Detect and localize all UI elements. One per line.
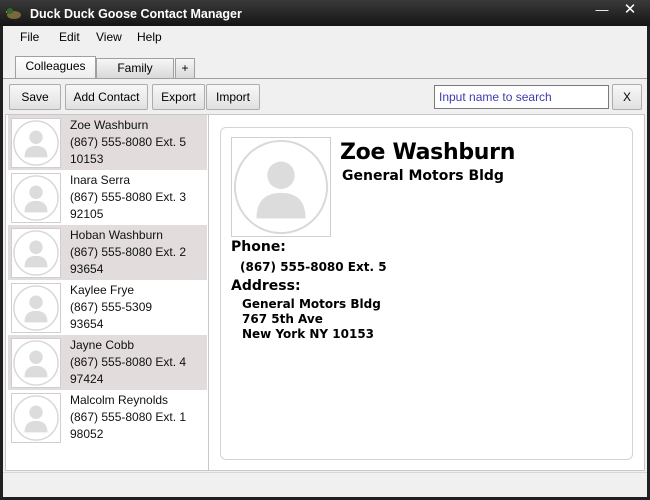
- detail-address-line2: 767 5th Ave: [242, 312, 323, 326]
- contact-phone: (867) 555-8080 Ext. 1: [70, 410, 187, 424]
- contact-name: Inara Serra: [70, 173, 131, 187]
- save-button[interactable]: Save: [9, 84, 61, 110]
- person-silhouette-icon: [13, 340, 59, 386]
- detail-phone: (867) 555-8080 Ext. 5: [240, 260, 387, 274]
- contact-zip: 93654: [70, 262, 104, 276]
- avatar: [11, 393, 61, 443]
- person-silhouette-icon: [13, 175, 59, 221]
- contact-phone: (867) 555-8080 Ext. 5: [70, 135, 187, 149]
- contact-phone: (867) 555-8080 Ext. 4: [70, 355, 187, 369]
- avatar: [11, 338, 61, 388]
- contact-phone: (867) 555-8080 Ext. 3: [70, 190, 187, 204]
- tab-colleagues[interactable]: Colleagues: [15, 56, 96, 79]
- menu-view[interactable]: View: [96, 30, 122, 44]
- tab-strip: Colleagues Family +: [3, 50, 647, 80]
- menu-help[interactable]: Help: [137, 30, 162, 44]
- contact-phone: (867) 555-5309: [70, 300, 153, 314]
- client-area: File Edit View Help Colleagues Family + …: [3, 26, 647, 497]
- app-window: Duck Duck Goose Contact Manager — ✕ File…: [0, 0, 650, 500]
- contact-detail-card: Zoe Washburn General Motors Bldg Phone: …: [220, 127, 633, 460]
- contact-zip: 92105: [70, 207, 104, 221]
- address-label: Address:: [231, 278, 301, 294]
- tab-divider: [3, 78, 647, 79]
- clear-search-button[interactable]: X: [612, 84, 642, 110]
- detail-name: Zoe Washburn: [340, 140, 516, 165]
- contact-zip: 10153: [70, 152, 104, 166]
- export-button[interactable]: Export: [152, 84, 205, 110]
- detail-address-line1: General Motors Bldg: [242, 297, 381, 311]
- search-input[interactable]: Input name to search: [434, 85, 609, 109]
- contact-list-item[interactable]: Inara Serra (867) 555-8080 Ext. 3 92105: [8, 170, 207, 225]
- menu-bar: File Edit View Help: [3, 26, 647, 48]
- title-bar[interactable]: Duck Duck Goose Contact Manager — ✕: [0, 0, 650, 26]
- contact-name: Kaylee Frye: [70, 283, 135, 297]
- tab-add[interactable]: +: [175, 58, 195, 78]
- contact-list[interactable]: Zoe Washburn (867) 555-8080 Ext. 5 10153…: [6, 115, 209, 470]
- avatar: [11, 118, 61, 168]
- person-silhouette-icon: [13, 120, 59, 166]
- add-contact-button[interactable]: Add Contact: [65, 84, 148, 110]
- menu-edit[interactable]: Edit: [59, 30, 80, 44]
- tab-family[interactable]: Family: [96, 58, 174, 78]
- contact-name: Jayne Cobb: [70, 338, 135, 352]
- contact-list-item[interactable]: Zoe Washburn (867) 555-8080 Ext. 5 10153: [8, 115, 207, 170]
- contact-phone: (867) 555-8080 Ext. 2: [70, 245, 187, 259]
- contact-list-item[interactable]: Kaylee Frye (867) 555-5309 93654: [8, 280, 207, 335]
- contact-zip: 98052: [70, 427, 104, 441]
- import-button[interactable]: Import: [206, 84, 260, 110]
- contact-name: Zoe Washburn: [70, 118, 149, 132]
- contact-list-item[interactable]: Jayne Cobb (867) 555-8080 Ext. 4 97424: [8, 335, 207, 390]
- person-silhouette-icon: [233, 139, 329, 235]
- duck-icon: [6, 8, 21, 19]
- detail-address-line3: New York NY 10153: [242, 327, 375, 341]
- contact-photo[interactable]: [231, 137, 331, 237]
- contact-zip: 97424: [70, 372, 104, 386]
- avatar: [11, 283, 61, 333]
- contact-zip: 93654: [70, 317, 104, 331]
- close-button[interactable]: ✕: [617, 2, 643, 19]
- contact-list-item[interactable]: Malcolm Reynolds (867) 555-8080 Ext. 1 9…: [8, 390, 207, 445]
- person-silhouette-icon: [13, 230, 59, 276]
- detail-company: General Motors Bldg: [342, 168, 504, 184]
- window-title: Duck Duck Goose Contact Manager: [30, 7, 242, 21]
- avatar: [11, 173, 61, 223]
- contact-name: Malcolm Reynolds: [70, 393, 169, 407]
- contact-name: Hoban Washburn: [70, 228, 163, 242]
- avatar: [11, 228, 61, 278]
- minimize-button[interactable]: —: [589, 3, 615, 19]
- person-silhouette-icon: [13, 395, 59, 441]
- person-silhouette-icon: [13, 285, 59, 331]
- status-bar: [3, 472, 647, 497]
- contact-list-item[interactable]: Hoban Washburn (867) 555-8080 Ext. 2 936…: [8, 225, 207, 280]
- main-panel: Zoe Washburn (867) 555-8080 Ext. 5 10153…: [5, 114, 645, 471]
- menu-file[interactable]: File: [20, 30, 39, 44]
- phone-label: Phone:: [231, 239, 286, 255]
